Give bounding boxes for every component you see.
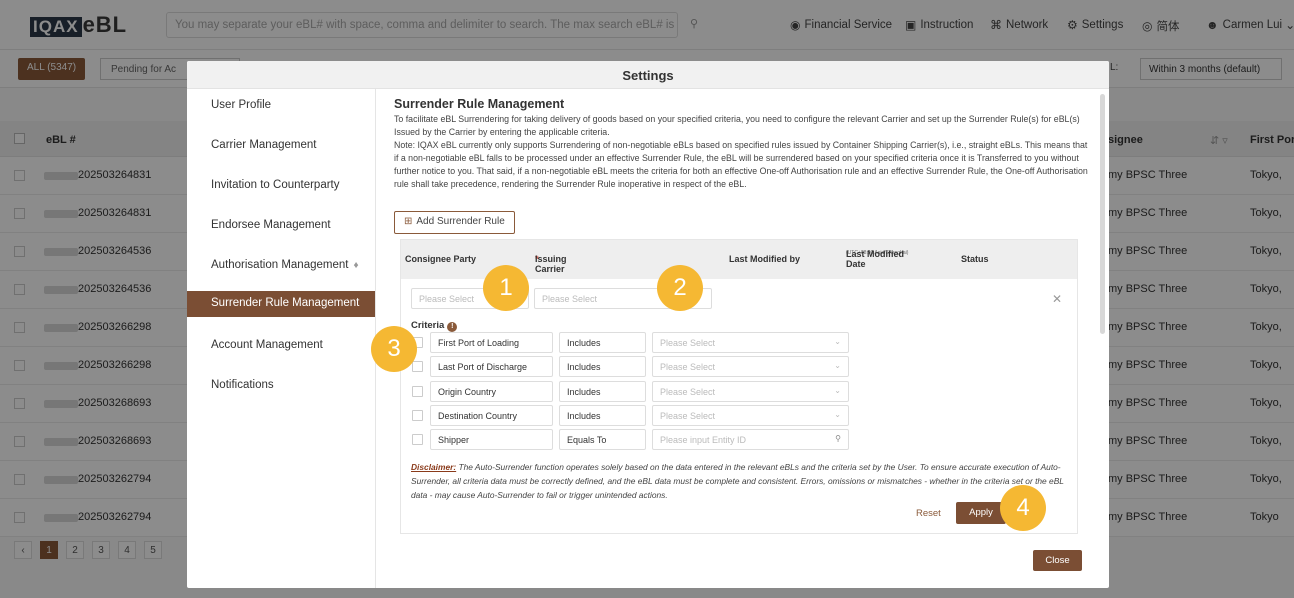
section-description: To facilitate eBL Surrendering for takin… [394, 114, 1088, 189]
criteria-checkbox[interactable] [412, 409, 423, 421]
settings-sidebar: User Profile Carrier Management Invitati… [187, 89, 376, 588]
sidebar-item-endorsee-management[interactable]: Endorsee Management [187, 213, 376, 239]
add-surrender-rule-button[interactable]: ⊞ Add Surrender Rule [394, 211, 515, 234]
criteria-checkbox[interactable] [412, 434, 423, 446]
add-rule-icon: ⊞ [404, 216, 413, 227]
criteria-value-select[interactable]: Please Select ⌄ [652, 332, 849, 353]
step-marker-1: 1 [483, 265, 529, 311]
step-marker-4: 4 [1000, 485, 1046, 531]
bell-icon: ♦ [353, 260, 359, 271]
sidebar-item-account-management[interactable]: Account Management [187, 333, 376, 359]
step-marker-3: 3 [371, 326, 417, 372]
criteria-field: Shipper [430, 429, 553, 451]
criteria-checkbox[interactable] [412, 385, 423, 397]
chevron-down-icon: ⌄ [834, 337, 841, 346]
chevron-down-icon: ⌄ [834, 409, 841, 419]
criteria-operator-select[interactable]: Equals To [559, 429, 646, 451]
close-icon[interactable]: ✕ [1052, 292, 1062, 306]
criteria-value-select[interactable]: Please Select ⌄ [652, 356, 849, 378]
criteria-value-select[interactable]: Please Select ⌄ [652, 380, 849, 402]
col-consignee-party: Consignee Party [405, 254, 477, 264]
criteria-field: Destination Country [430, 404, 553, 426]
sidebar-item-surrender-rule-management[interactable]: Surrender Rule Management [187, 291, 375, 317]
section-title: Surrender Rule Management [394, 97, 565, 111]
criteria-operator-select[interactable]: Includes [559, 404, 646, 426]
criteria-operator-select[interactable]: Includes [559, 380, 646, 402]
disclaimer-text: Disclaimer: The Auto-Surrender function … [411, 462, 1064, 500]
col-last-modified-by: Last Modified by [729, 254, 801, 264]
criteria-field: Origin Country [430, 380, 553, 402]
col-last-modified-date: Last Modified Date (UTC+08:00 Asia/Shangh… [846, 249, 909, 269]
criteria-checkbox[interactable] [412, 361, 423, 373]
search-icon[interactable]: ⚲ [835, 434, 841, 443]
col-status: Status [961, 254, 989, 264]
surrender-rule-content: Surrender Rule Management To facilitate … [394, 97, 1094, 191]
sidebar-item-notifications[interactable]: Notifications [187, 373, 376, 399]
sidebar-item-carrier-management[interactable]: Carrier Management [187, 133, 376, 159]
criteria-value-select[interactable]: Please Select ⌄ [652, 404, 849, 426]
close-modal-button[interactable]: Close [1033, 550, 1082, 571]
criteria-field: Last Port of Discharge [430, 356, 553, 378]
criteria-field: First Port of Loading [430, 332, 553, 353]
apply-button[interactable]: Apply [956, 502, 1006, 524]
criteria-entity-input[interactable]: Please input Entity ID ⚲ [652, 429, 849, 451]
settings-modal: Settings User Profile Carrier Management… [187, 61, 1109, 588]
criteria-operator-select[interactable]: Includes [559, 356, 646, 378]
chevron-down-icon: ⌄ [834, 385, 841, 395]
modal-title: Settings [187, 61, 1109, 89]
step-marker-2: 2 [657, 265, 703, 311]
sidebar-item-authorisation-management[interactable]: Authorisation Management ♦ [187, 253, 376, 279]
info-icon: ! [447, 322, 458, 332]
reset-button[interactable]: Reset [916, 508, 941, 519]
criteria-operator-select[interactable]: Includes [559, 332, 646, 353]
chevron-down-icon: ⌄ [834, 361, 841, 371]
sidebar-item-user-profile[interactable]: User Profile [187, 93, 376, 119]
modal-scrollbar[interactable] [1100, 94, 1105, 334]
criteria-label: Criteria! [411, 320, 458, 332]
sidebar-item-invitation[interactable]: Invitation to Counterparty [187, 173, 376, 199]
